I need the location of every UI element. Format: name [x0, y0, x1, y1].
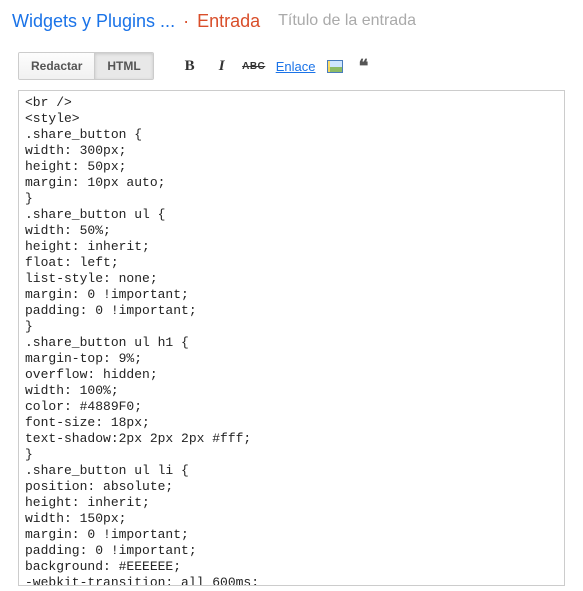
html-tab[interactable]: HTML [95, 53, 152, 79]
link-button[interactable]: Enlace [276, 59, 316, 74]
editor-container [0, 90, 583, 591]
header-bar: Widgets y Plugins ... · Entrada [0, 0, 583, 42]
blockquote-button[interactable]: ❝ [355, 59, 371, 73]
editor-mode-segment: Redactar HTML [18, 52, 154, 80]
breadcrumb-separator: · [183, 11, 189, 32]
format-tool-group: B I ABC Enlace ❝ [180, 56, 372, 76]
post-title-input[interactable] [276, 8, 571, 34]
entry-label: Entrada [197, 11, 260, 32]
strikethrough-button[interactable]: ABC [244, 56, 264, 76]
html-editor-textarea[interactable] [18, 90, 565, 586]
insert-image-button[interactable] [327, 59, 343, 73]
italic-button[interactable]: I [212, 56, 232, 76]
editor-toolbar: Redactar HTML B I ABC Enlace ❝ [0, 42, 583, 90]
bold-button[interactable]: B [180, 56, 200, 76]
quote-icon: ❝ [359, 61, 369, 71]
compose-tab[interactable]: Redactar [19, 53, 95, 79]
breadcrumb-blog-link[interactable]: Widgets y Plugins ... [12, 11, 175, 32]
image-icon [327, 60, 343, 73]
